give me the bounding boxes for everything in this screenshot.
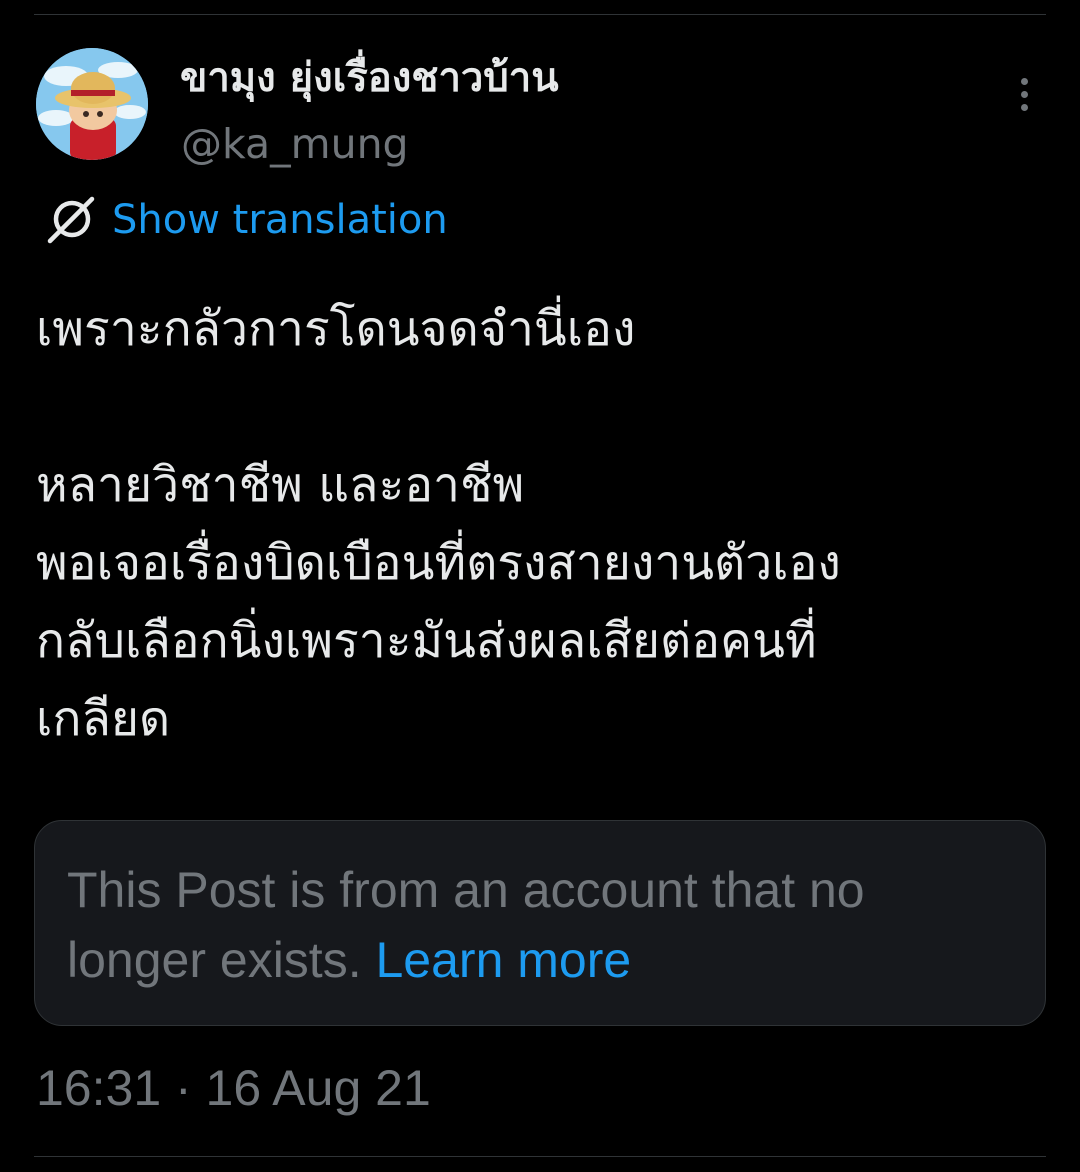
translate-icon bbox=[47, 196, 95, 244]
post-body-line: เพราะกลัวการโดนจดจำนี่เอง bbox=[36, 301, 636, 357]
more-vertical-icon-dot bbox=[1020, 103, 1028, 111]
more-vertical-icon bbox=[1020, 77, 1028, 85]
post-timestamp[interactable]: 16:31 · 16 Aug 21 bbox=[36, 1056, 431, 1120]
learn-more-link[interactable]: Learn more bbox=[376, 932, 632, 988]
top-divider bbox=[34, 14, 1046, 15]
author-handle[interactable]: @ka_mung bbox=[181, 118, 409, 170]
post-body-blank-line bbox=[36, 368, 1046, 446]
post-body-line: กลับเลือกนิ่งเพราะมันส่งผลเสียต่อคนที่ bbox=[36, 613, 817, 669]
avatar-straw-hat-character-icon bbox=[36, 48, 148, 160]
author-avatar[interactable] bbox=[36, 48, 148, 160]
more-vertical-icon-dot bbox=[1020, 90, 1028, 98]
author-display-name[interactable]: ขามุง ยุ่งเรื่องชาวบ้าน bbox=[180, 52, 559, 104]
deleted-account-notice: This Post is from an account that no lon… bbox=[34, 820, 1046, 1026]
notice-text: This Post is from an account that no lon… bbox=[67, 855, 1015, 995]
post-body: เพราะกลัวการโดนจดจำนี่เอง หลายวิชาชีพ แล… bbox=[36, 290, 1046, 758]
more-options-button[interactable] bbox=[1004, 70, 1044, 118]
post-body-line: หลายวิชาชีพ และอาชีพ bbox=[36, 457, 525, 513]
post-body-line: เกลียด bbox=[36, 691, 171, 747]
show-translation-button[interactable]: Show translation bbox=[44, 192, 448, 248]
show-translation-label: Show translation bbox=[112, 197, 448, 243]
bottom-divider bbox=[34, 1156, 1046, 1157]
post-body-line: พอเจอเรื่องบิดเบือนที่ตรงสายงานตัวเอง bbox=[36, 535, 841, 591]
